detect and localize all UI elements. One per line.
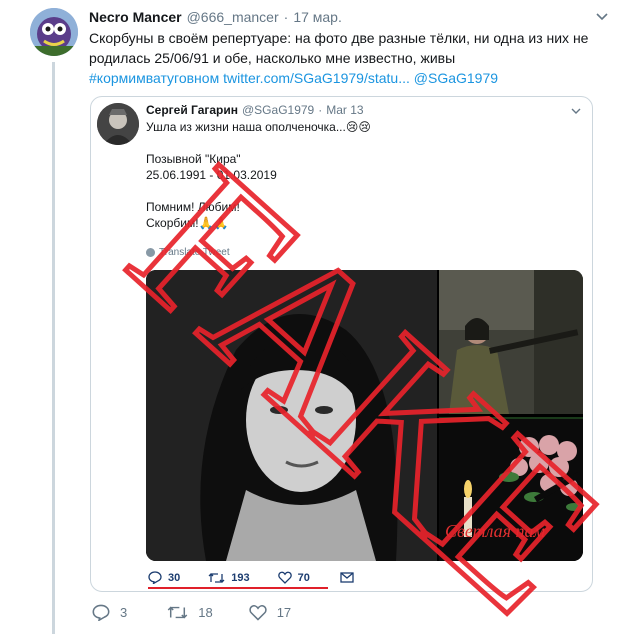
soldier-photo[interactable] [439, 270, 583, 414]
tweet-actions: 3 18 17 [92, 604, 291, 621]
quoted-line-1: Ушла из жизни наша ополченочка...😢😢 [146, 120, 371, 134]
quoted-dm-button[interactable] [340, 572, 354, 583]
retweet-icon [208, 572, 225, 583]
like-button[interactable]: 17 [249, 604, 291, 621]
tweet-header: Necro Mancer @666_mancer · 17 мар. [89, 8, 609, 26]
memorial-caption: Светлая пам [445, 521, 545, 541]
quoted-header: Сергей Гагарин @SGaG1979 · Mar 13 [146, 102, 364, 118]
quoted-retweet-count: 193 [231, 571, 250, 584]
quoted-retweet-button[interactable]: 193 [208, 571, 250, 584]
hashtag-link[interactable]: #кормимватуговном [89, 70, 219, 86]
media-grid: Светлая пам [146, 270, 583, 561]
quoted-line-4: Помним! Любим! [146, 200, 240, 214]
quoted-author-name[interactable]: Сергей Гагарин [146, 102, 238, 118]
reply-icon [148, 571, 162, 584]
tweet-body: Necro Mancer @666_mancer · 17 мар. Скорб… [89, 8, 609, 88]
author-handle[interactable]: @666_mancer [187, 8, 279, 26]
quoted-like-count: 70 [297, 571, 310, 584]
heart-icon [277, 571, 292, 584]
reply-icon [92, 604, 110, 621]
tweet-text-line-1: Скорбуны в своём репертуаре: на фото две… [89, 30, 589, 46]
heart-icon [249, 605, 267, 621]
retweet-button[interactable]: 18 [167, 605, 213, 620]
quoted-author-avatar[interactable] [97, 103, 139, 145]
tweet-text-line-2: родилась 25/06/91 и обе, насколько мне и… [89, 50, 456, 66]
tweet-date[interactable]: 17 мар. [293, 8, 342, 26]
like-count: 17 [276, 605, 292, 620]
thread-line [52, 62, 55, 634]
retweet-icon [167, 606, 188, 619]
quoted-reply-button[interactable]: 30 [148, 571, 180, 584]
author-name[interactable]: Necro Mancer [89, 8, 182, 26]
red-underline-annotation [148, 587, 328, 589]
quoted-chevron-down-icon[interactable] [570, 107, 582, 116]
memorial-photo[interactable]: Светлая пам [439, 417, 583, 561]
portrait-photo[interactable] [146, 270, 437, 561]
quoted-line-5: Скорбим!🙏🙏 [146, 216, 229, 230]
quoted-line-2: Позывной "Кира" [146, 152, 241, 166]
quoted-reply-count: 30 [168, 571, 181, 584]
reply-button[interactable]: 3 [92, 604, 127, 621]
separator-dot: · [283, 9, 289, 25]
quoted-line-3: 25.06.1991 - 01.03.2019 [146, 168, 277, 182]
translate-tweet-link[interactable]: Translate Tweet [146, 247, 230, 258]
tweet-text: Скорбуны в своём репертуаре: на фото две… [89, 28, 604, 88]
quoted-tweet[interactable]: Сергей Гагарин @SGaG1979 · Mar 13 Ушла и… [90, 96, 593, 592]
quoted-like-button[interactable]: 70 [277, 571, 310, 584]
envelope-icon [340, 572, 354, 583]
reply-count: 3 [120, 605, 128, 620]
retweet-count: 18 [198, 605, 213, 620]
chevron-down-icon[interactable] [595, 12, 609, 22]
url-link[interactable]: twitter.com/SGaG1979/statu... [223, 70, 410, 86]
quoted-author-handle[interactable]: @SGaG1979 [242, 102, 314, 118]
translate-label: Translate Tweet [159, 247, 230, 258]
mention-link[interactable]: @SGaG1979 [414, 70, 498, 86]
quoted-date[interactable]: Mar 13 [326, 102, 363, 118]
quoted-text: Ушла из жизни наша ополченочка...😢😢 Позы… [146, 119, 371, 231]
quoted-actions: 30 193 70 [146, 571, 354, 584]
quoted-separator-dot: · [318, 103, 323, 117]
globe-icon [146, 248, 155, 257]
tweet-text-line-3: #кормимватуговном twitter.com/SGaG1979/s… [89, 68, 604, 88]
author-avatar[interactable] [30, 8, 78, 56]
